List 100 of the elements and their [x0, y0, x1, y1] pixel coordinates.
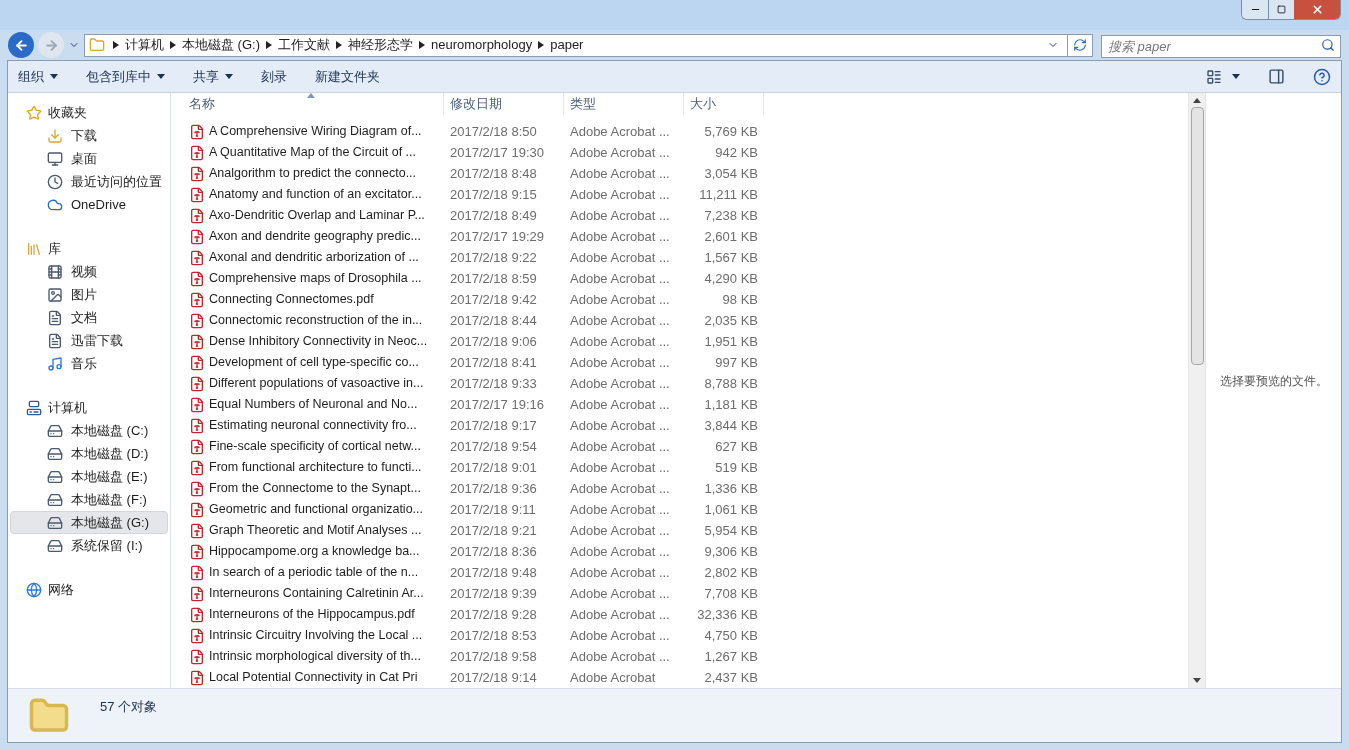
- nav-item[interactable]: 本地磁盘 (E:): [10, 465, 168, 488]
- file-row[interactable]: Anatomy and function of an excitator... 2017/2/18 9:15 Adobe Acrobat ... 11,211 KB: [171, 184, 1188, 205]
- file-row[interactable]: Dense Inhibitory Connectivity in Neoc... 2017/2/18 9:06 Adobe Acrobat ... 1,951 KB: [171, 331, 1188, 352]
- view-options-icon[interactable]: [1206, 68, 1222, 85]
- file-row[interactable]: In search of a periodic table of the n... 2017/2/18 9:48 Adobe Acrobat ... 2,802 KB: [171, 562, 1188, 583]
- file-row[interactable]: Graph Theoretic and Motif Analyses ... 2017/2/18 9:21 Adobe Acrobat ... 5,954 KB: [171, 520, 1188, 541]
- toolbar-button[interactable]: 刻录: [261, 66, 287, 87]
- breadcrumb-arrow-icon[interactable]: [419, 41, 425, 49]
- file-row[interactable]: Intrinsic morphological diversity of th... 2017/2/18 9:58 Adobe Acrobat ... 1,267 KB: [171, 646, 1188, 667]
- column-header[interactable]: 修改日期: [444, 93, 564, 115]
- pdf-file-icon: [189, 291, 205, 308]
- help-icon[interactable]: [1313, 67, 1331, 86]
- breadcrumb-arrow-icon[interactable]: [113, 41, 119, 49]
- film-icon: [47, 263, 63, 280]
- file-row[interactable]: Interneurons of the Hippocampus.pdf 2017/2/18 9:28 Adobe Acrobat ... 32,336 KB: [171, 604, 1188, 625]
- file-row[interactable]: Analgorithm to predict the connecto... 2017/2/18 8:48 Adobe Acrobat ... 3,054 KB: [171, 163, 1188, 184]
- file-row[interactable]: Axon and dendrite geography predic... 2017/2/17 19:29 Adobe Acrobat ... 2,601 KB: [171, 226, 1188, 247]
- preview-pane-icon[interactable]: [1268, 68, 1285, 85]
- breadcrumb-arrow-icon[interactable]: [266, 41, 272, 49]
- column-header[interactable]: 大小: [684, 93, 764, 115]
- nav-item[interactable]: 本地磁盘 (G:): [10, 511, 168, 534]
- nav-item[interactable]: 本地磁盘 (F:): [10, 488, 168, 511]
- breadcrumb[interactable]: paper: [550, 35, 584, 55]
- file-row[interactable]: Axonal and dendritic arborization of ... 2017/2/18 9:22 Adobe Acrobat ... 1,567 KB: [171, 247, 1188, 268]
- nav-group[interactable]: 库: [8, 237, 170, 260]
- nav-item[interactable]: 迅雷下载: [10, 329, 168, 352]
- file-row[interactable]: Connectomic reconstruction of the in... 2017/2/18 8:44 Adobe Acrobat ... 2,035 KB: [171, 310, 1188, 331]
- file-type: Adobe Acrobat ...: [569, 458, 671, 477]
- nav-group[interactable]: 网络: [8, 578, 170, 601]
- file-row[interactable]: Fine-scale specificity of cortical netw... 2017/2/18 9:54 Adobe Acrobat ... 627 KB: [171, 436, 1188, 457]
- file-size: 2,437 KB: [703, 668, 759, 687]
- nav-item[interactable]: 图片: [10, 283, 168, 306]
- pdf-file-icon: [189, 354, 205, 371]
- file-type: Adobe Acrobat ...: [569, 521, 671, 540]
- modified-date: 2017/2/17 19:16: [449, 395, 545, 414]
- sort-arrow-icon[interactable]: [307, 93, 315, 98]
- file-row[interactable]: Hippocampome.org a knowledge ba... 2017/2/18 8:36 Adobe Acrobat ... 9,306 KB: [171, 541, 1188, 562]
- hard-drive-icon: [47, 422, 63, 439]
- breadcrumb-arrow-icon[interactable]: [538, 41, 545, 49]
- toolbar-button[interactable]: 新建文件夹: [315, 66, 380, 87]
- file-size: 3,054 KB: [703, 164, 759, 183]
- file-row[interactable]: Local Potential Connectivity in Cat Pri 2017/2/18 9:14 Adobe Acrobat 2,437 KB: [171, 667, 1188, 688]
- nav-item[interactable]: 文档: [10, 306, 168, 329]
- file-size: 9,306 KB: [703, 542, 759, 561]
- nav-item[interactable]: OneDrive: [10, 193, 168, 216]
- nav-item[interactable]: 本地磁盘 (D:): [10, 442, 168, 465]
- file-row[interactable]: Different populations of vasoactive in... 2017/2/18 9:33 Adobe Acrobat ... 8,788 KB: [171, 373, 1188, 394]
- nav-group[interactable]: 收藏夹: [8, 101, 170, 124]
- nav-item[interactable]: 桌面: [10, 147, 168, 170]
- file-row[interactable]: Axo-Dendritic Overlap and Laminar P... 2017/2/18 8:49 Adobe Acrobat ... 7,238 KB: [171, 205, 1188, 226]
- breadcrumb[interactable]: 工作文献: [278, 35, 330, 55]
- scrollbar[interactable]: [1188, 93, 1205, 688]
- breadcrumb[interactable]: 神经形态学: [348, 35, 413, 55]
- file-name: Analgorithm to predict the connecto...: [209, 165, 417, 183]
- file-row[interactable]: Geometric and functional organizatio... 2017/2/18 9:11 Adobe Acrobat ... 1,061 KB: [171, 499, 1188, 520]
- nav-group[interactable]: 计算机: [8, 396, 170, 419]
- file-name: Axo-Dendritic Overlap and Laminar P...: [209, 207, 425, 225]
- nav-item[interactable]: 系统保留 (I:): [10, 534, 168, 557]
- back-button[interactable]: [8, 32, 34, 58]
- column-header[interactable]: 类型: [564, 93, 684, 115]
- caret-icon[interactable]: [225, 74, 233, 79]
- file-row[interactable]: Connecting Connectomes.pdf 2017/2/18 9:42 Adobe Acrobat ... 98 KB: [171, 289, 1188, 310]
- toolbar-button[interactable]: 共享: [193, 66, 233, 87]
- file-row[interactable]: Equal Numbers of Neuronal and No... 2017/2/17 19:16 Adobe Acrobat ... 1,181 KB: [171, 394, 1188, 415]
- breadcrumb-arrow-icon[interactable]: [170, 41, 176, 49]
- scroll-down-icon[interactable]: [1193, 678, 1201, 683]
- pdf-file-icon: [189, 585, 205, 602]
- breadcrumb[interactable]: 计算机: [125, 35, 164, 55]
- caret-icon[interactable]: [50, 74, 58, 79]
- breadcrumb-arrow-icon[interactable]: [336, 41, 342, 49]
- toolbar-button[interactable]: 包含到库中: [86, 66, 165, 87]
- file-type: Adobe Acrobat ...: [569, 332, 671, 351]
- nav-item[interactable]: 视频: [10, 260, 168, 283]
- nav-item[interactable]: 最近访问的位置: [10, 170, 168, 193]
- caret-icon[interactable]: [1232, 74, 1240, 79]
- address-bar[interactable]: 计算机 本地磁盘 (G:) 工作文献 神经形态学 neuromorphology paper: [84, 33, 1093, 57]
- refresh-icon[interactable]: [1073, 38, 1087, 52]
- file-row[interactable]: A Quantitative Map of the Circuit of ... 2017/2/17 19:30 Adobe Acrobat ... 942 KB: [171, 142, 1188, 163]
- file-row[interactable]: Development of cell type-specific co... 2017/2/18 8:41 Adobe Acrobat ... 997 KB: [171, 352, 1188, 373]
- file-row[interactable]: From functional architecture to functi... 2017/2/18 9:01 Adobe Acrobat ... 519 KB: [171, 457, 1188, 478]
- column-header[interactable]: 名称: [171, 93, 444, 115]
- close-button[interactable]: [1294, 0, 1340, 19]
- nav-item[interactable]: 下载: [10, 124, 168, 147]
- file-row[interactable]: From the Connectome to the Synapt... 2017/2/18 9:36 Adobe Acrobat ... 1,336 KB: [171, 478, 1188, 499]
- file-row[interactable]: Interneurons Containing Calretinin Ar... 2017/2/18 9:39 Adobe Acrobat ... 7,708 KB: [171, 583, 1188, 604]
- caret-icon[interactable]: [157, 74, 165, 79]
- file-name: Equal Numbers of Neuronal and No...: [209, 396, 418, 414]
- pdf-file-icon: [189, 123, 205, 140]
- scroll-up-icon[interactable]: [1193, 98, 1201, 103]
- file-row[interactable]: Estimating neuronal connectivity fro... 2017/2/18 9:17 Adobe Acrobat ... 3,844 KB: [171, 415, 1188, 436]
- breadcrumb[interactable]: neuromorphology: [431, 35, 533, 55]
- nav-item[interactable]: 音乐: [10, 352, 168, 375]
- search-field[interactable]: 搜索 paper: [1101, 34, 1341, 58]
- file-row[interactable]: A Comprehensive Wiring Diagram of... 2017/2/18 8:50 Adobe Acrobat ... 5,769 KB: [171, 121, 1188, 142]
- file-row[interactable]: Comprehensive maps of Drosophila ... 2017/2/18 8:59 Adobe Acrobat ... 4,290 KB: [171, 268, 1188, 289]
- maximize-button[interactable]: [1268, 0, 1294, 19]
- nav-item[interactable]: 本地磁盘 (C:): [10, 419, 168, 442]
- breadcrumb[interactable]: 本地磁盘 (G:): [182, 35, 260, 55]
- file-row[interactable]: Intrinsic Circuitry Involving the Local ... 2017/2/18 8:53 Adobe Acrobat ... 4,750 KB: [171, 625, 1188, 646]
- toolbar-button[interactable]: 组织: [18, 66, 58, 87]
